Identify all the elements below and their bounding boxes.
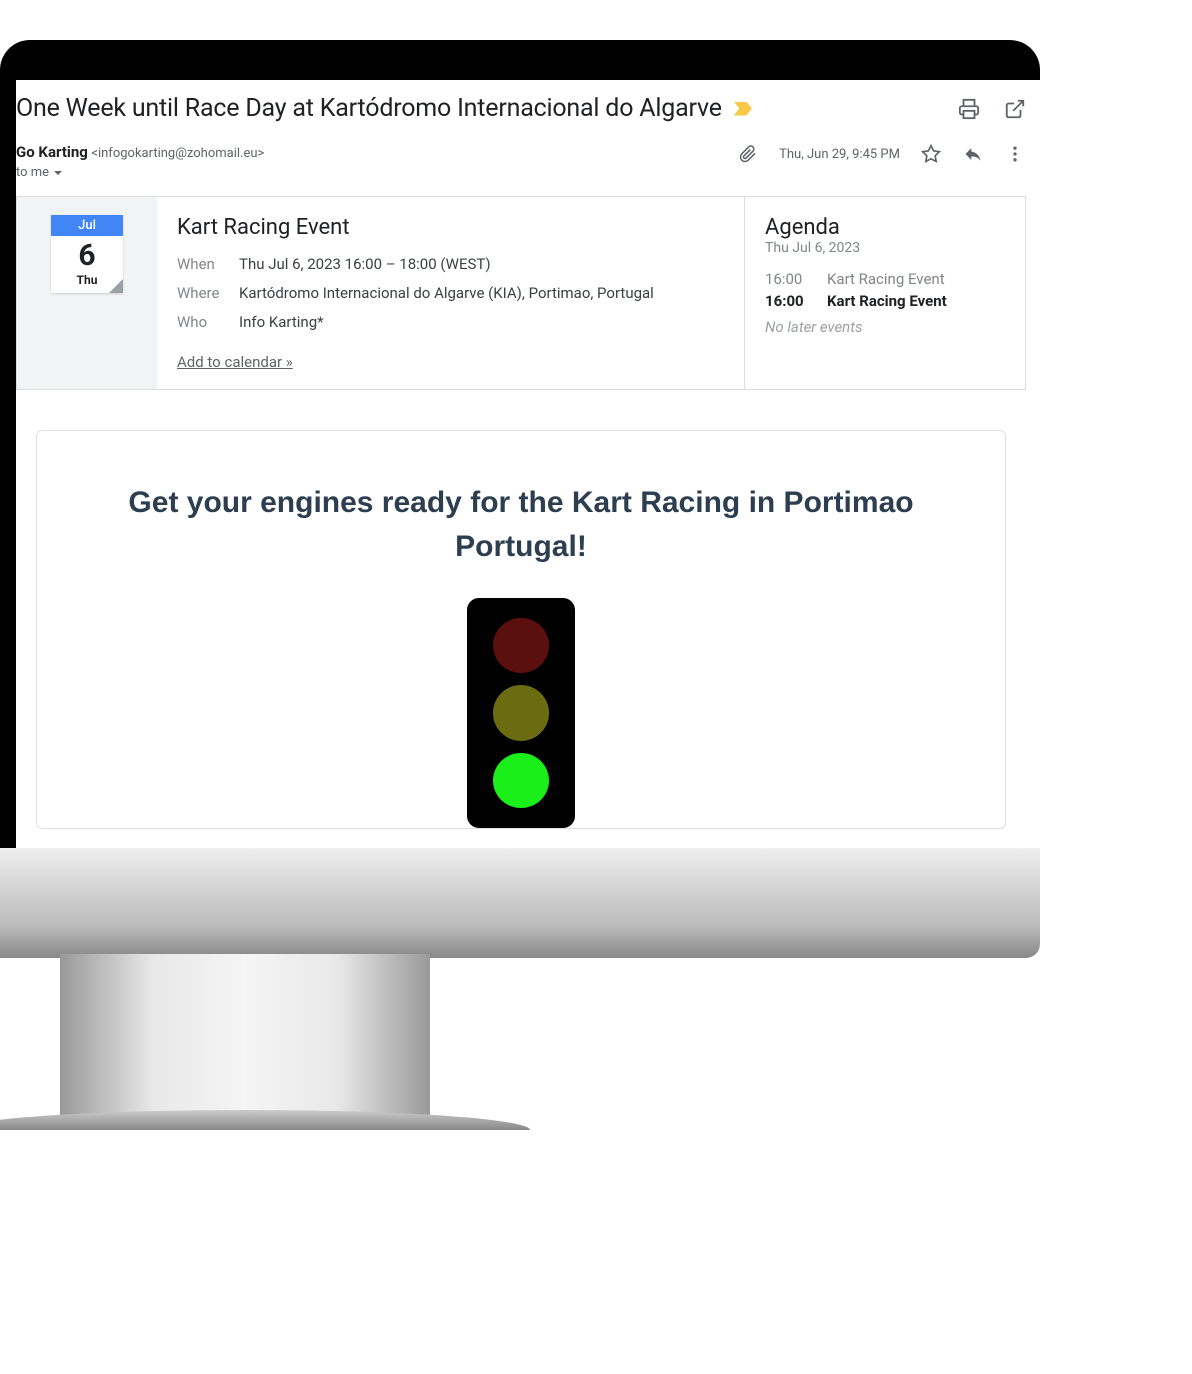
agenda-no-later: No later events (765, 318, 1005, 336)
event-where-row: Where Kartódromo Internacional do Algarv… (177, 283, 724, 304)
agenda-item-time: 16:00 (765, 292, 811, 310)
open-new-window-icon[interactable] (1004, 98, 1026, 120)
agenda-item-text: Kart Racing Event (827, 270, 945, 288)
event-where-value: Kartódromo Internacional do Algarve (KIA… (239, 283, 724, 304)
attachment-icon[interactable] (737, 143, 759, 165)
monitor-chin (0, 848, 1040, 958)
agenda-item[interactable]: 16:00 Kart Racing Event (765, 292, 1005, 310)
monitor-foot (0, 1110, 530, 1130)
agenda-item-time: 16:00 (765, 270, 811, 288)
recipient-text: to me (16, 165, 49, 180)
subject-row: One Week until Race Day at Kartódromo In… (16, 94, 752, 123)
calendar-month: Jul (51, 215, 123, 236)
chevron-down-icon (53, 168, 63, 178)
email-timestamp: Thu, Jun 29, 9:45 PM (779, 147, 900, 162)
agenda-title: Agenda (765, 215, 1005, 240)
calendar-badge-column: Jul 6 Thu (17, 197, 157, 389)
green-light-icon (493, 753, 549, 808)
event-when-label: When (177, 254, 239, 275)
event-when-value: Thu Jul 6, 2023 16:00 – 18:00 (WEST) (239, 254, 724, 275)
event-details: Kart Racing Event When Thu Jul 6, 2023 1… (157, 197, 745, 389)
header-actions (958, 98, 1026, 120)
calendar-fold-icon (109, 279, 123, 293)
email-body-heading: Get your engines ready for the Kart Raci… (77, 481, 965, 568)
traffic-light-graphic (467, 598, 575, 828)
event-who-row: Who Info Karting* (177, 312, 724, 333)
sender-info: Go Karting <infogokarting@zohomail.eu> t… (16, 143, 264, 180)
important-label-icon[interactable] (734, 102, 752, 116)
email-subject: One Week until Race Day at Kartódromo In… (16, 94, 722, 123)
agenda-item[interactable]: 16:00 Kart Racing Event (765, 270, 1005, 288)
agenda-column: Agenda Thu Jul 6, 2023 16:00 Kart Racing… (745, 197, 1025, 389)
email-body-card: Get your engines ready for the Kart Raci… (36, 430, 1006, 829)
monitor-stand (60, 954, 430, 1124)
calendar-event-card: Jul 6 Thu Kart Racing Event When Thu Jul… (16, 196, 1026, 390)
event-where-label: Where (177, 283, 239, 304)
recipient-dropdown[interactable]: to me (16, 165, 264, 180)
print-icon[interactable] (958, 98, 980, 120)
agenda-item-text: Kart Racing Event (827, 292, 947, 310)
calendar-day: 6 (51, 236, 123, 273)
event-title: Kart Racing Event (177, 215, 724, 240)
calendar-date-badge: Jul 6 Thu (51, 215, 123, 293)
event-who-label: Who (177, 312, 239, 333)
email-header: One Week until Race Day at Kartódromo In… (16, 94, 1026, 143)
sender-email: <infogokarting@zohomail.eu> (91, 146, 264, 161)
email-screen: One Week until Race Day at Kartódromo In… (16, 80, 1040, 850)
meta-actions: Thu, Jun 29, 9:45 PM (737, 143, 1026, 165)
yellow-light-icon (493, 685, 549, 740)
agenda-date: Thu Jul 6, 2023 (765, 240, 1005, 256)
star-icon[interactable] (920, 143, 942, 165)
monitor-frame: One Week until Race Day at Kartódromo In… (0, 40, 1040, 850)
event-when-row: When Thu Jul 6, 2023 16:00 – 18:00 (WEST… (177, 254, 724, 275)
red-light-icon (493, 618, 549, 673)
add-to-calendar-link[interactable]: Add to calendar » (177, 353, 293, 371)
sender-row: Go Karting <infogokarting@zohomail.eu> t… (16, 143, 1026, 192)
sender-name: Go Karting (16, 143, 88, 161)
event-who-value: Info Karting* (239, 312, 724, 333)
more-icon[interactable] (1004, 143, 1026, 165)
reply-icon[interactable] (962, 143, 984, 165)
